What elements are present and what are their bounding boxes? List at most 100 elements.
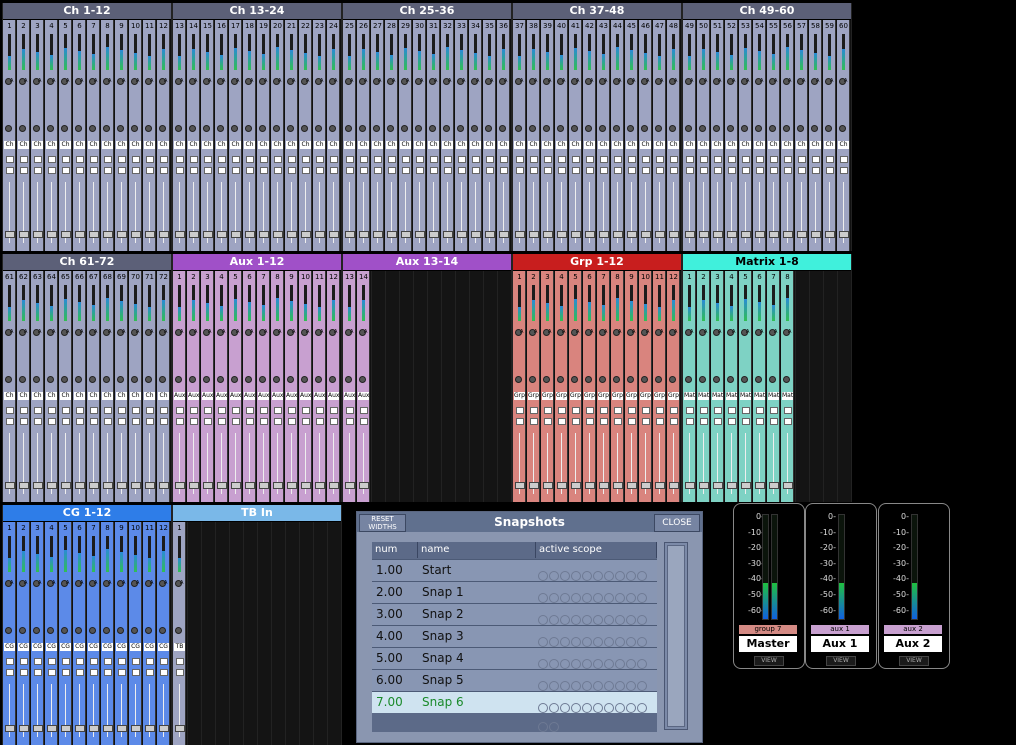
mute-button[interactable] (728, 407, 736, 414)
solo-button[interactable] (34, 669, 42, 676)
fader-cap[interactable] (61, 231, 71, 238)
fader-cap[interactable] (769, 482, 779, 489)
solo-button[interactable] (714, 418, 722, 425)
mute-button[interactable] (416, 156, 424, 163)
fader-cap[interactable] (401, 231, 411, 238)
channel-strip[interactable]: 2 A CG (17, 522, 30, 745)
mute-button[interactable] (20, 156, 28, 163)
channel-strip[interactable]: 1 A Aux (173, 271, 186, 502)
knob[interactable] (669, 125, 676, 132)
solo-button[interactable] (388, 167, 396, 174)
mute-button[interactable] (530, 407, 538, 414)
mute-button[interactable] (118, 407, 126, 414)
solo-button[interactable] (288, 167, 296, 174)
knob[interactable] (315, 125, 322, 132)
mute-button[interactable] (76, 156, 84, 163)
mute-button[interactable] (76, 658, 84, 665)
solo-button[interactable] (360, 167, 368, 174)
channel-strip[interactable]: 65 A Ch (59, 271, 72, 502)
knob[interactable] (287, 376, 294, 383)
bank-title[interactable]: Matrix 1-8 (683, 254, 851, 271)
fader-cap[interactable] (189, 482, 199, 489)
fader-cap[interactable] (769, 231, 779, 238)
mute-button[interactable] (316, 407, 324, 414)
channel-strip[interactable]: 7 A CG (87, 522, 100, 745)
fader-cap[interactable] (557, 231, 567, 238)
mute-button[interactable] (20, 407, 28, 414)
fader-cap[interactable] (245, 482, 255, 489)
knob[interactable] (825, 125, 832, 132)
fader-cap[interactable] (89, 231, 99, 238)
fader-cap[interactable] (627, 231, 637, 238)
channel-strip[interactable]: 51 A Ch (711, 20, 724, 251)
mute-button[interactable] (402, 156, 410, 163)
knob[interactable] (713, 376, 720, 383)
channel-strip[interactable]: 34 A Ch (469, 20, 482, 251)
fader-cap[interactable] (117, 482, 127, 489)
channel-strip[interactable]: 4 A Mat (725, 271, 738, 502)
channel-strip[interactable]: 72 A Ch (157, 271, 170, 502)
fader-cap[interactable] (33, 482, 43, 489)
solo-button[interactable] (90, 418, 98, 425)
knob[interactable] (429, 125, 436, 132)
channel-strip[interactable]: 16 A Ch (215, 20, 228, 251)
channel-strip[interactable]: 5 A CG (59, 522, 72, 745)
fader-cap[interactable] (75, 725, 85, 732)
solo-button[interactable] (670, 167, 678, 174)
mute-button[interactable] (346, 407, 354, 414)
channel-strip[interactable]: 46 A Ch (639, 20, 652, 251)
solo-button[interactable] (6, 669, 14, 676)
fader-cap[interactable] (189, 231, 199, 238)
mute-button[interactable] (628, 407, 636, 414)
fader-cap[interactable] (273, 482, 283, 489)
mute-button[interactable] (146, 658, 154, 665)
solo-button[interactable] (132, 669, 140, 676)
channel-strip[interactable]: 70 A Ch (129, 271, 142, 502)
fader-cap[interactable] (387, 231, 397, 238)
solo-button[interactable] (784, 167, 792, 174)
channel-strip[interactable]: 32 A Ch (441, 20, 454, 251)
bank-title[interactable]: CG 1-12 (3, 505, 171, 522)
knob[interactable] (769, 376, 776, 383)
fader-cap[interactable] (713, 231, 723, 238)
channel-strip[interactable]: 61 A Ch (3, 271, 16, 502)
channel-strip[interactable]: 4 A CG (45, 522, 58, 745)
solo-button[interactable] (48, 418, 56, 425)
mute-button[interactable] (670, 407, 678, 414)
channel-strip[interactable]: 5 A Aux (229, 271, 242, 502)
bank-title[interactable]: Aux 13-14 (343, 254, 511, 271)
fader-cap[interactable] (373, 231, 383, 238)
fader-cap[interactable] (245, 231, 255, 238)
solo-button[interactable] (544, 167, 552, 174)
knob[interactable] (47, 125, 54, 132)
fader-cap[interactable] (783, 482, 793, 489)
mute-button[interactable] (302, 156, 310, 163)
channel-strip[interactable]: 24 A Ch (327, 20, 340, 251)
mute-button[interactable] (728, 156, 736, 163)
fader-cap[interactable] (669, 231, 679, 238)
fader-cap[interactable] (741, 231, 751, 238)
channel-strip[interactable]: 25 A Ch (343, 20, 356, 251)
knob[interactable] (585, 376, 592, 383)
knob[interactable] (499, 125, 506, 132)
fader-cap[interactable] (117, 231, 127, 238)
channel-strip[interactable]: 8 A Ch (101, 20, 114, 251)
knob[interactable] (655, 125, 662, 132)
knob[interactable] (727, 125, 734, 132)
knob[interactable] (557, 125, 564, 132)
knob[interactable] (443, 125, 450, 132)
fader-cap[interactable] (287, 231, 297, 238)
fader-cap[interactable] (457, 231, 467, 238)
snapshot-row[interactable]: 3.00 Snap 2 (372, 603, 657, 644)
channel-strip[interactable]: 6 A CG (73, 522, 86, 745)
knob[interactable] (571, 125, 578, 132)
channel-strip[interactable]: 33 A Ch (455, 20, 468, 251)
fader-cap[interactable] (75, 231, 85, 238)
fader-cap[interactable] (359, 482, 369, 489)
mute-button[interactable] (260, 407, 268, 414)
mute-button[interactable] (104, 407, 112, 414)
solo-button[interactable] (218, 167, 226, 174)
mute-button[interactable] (62, 407, 70, 414)
fader-cap[interactable] (89, 482, 99, 489)
mute-button[interactable] (20, 658, 28, 665)
